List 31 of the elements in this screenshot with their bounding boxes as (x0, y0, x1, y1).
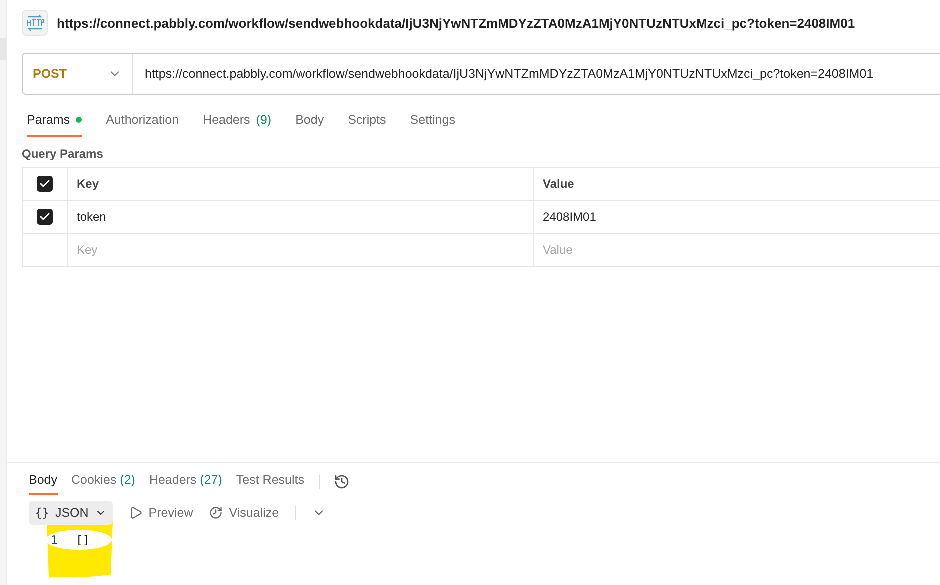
http-icon (22, 10, 48, 36)
check-icon (39, 211, 51, 223)
request-tab[interactable]: Authorization (106, 109, 180, 137)
view-button[interactable]: Visualize (209, 506, 280, 520)
column-header: Key (68, 168, 534, 201)
response-tab[interactable]: Cookies (2) (72, 469, 136, 495)
value-field[interactable]: 2408IM01 (534, 201, 940, 234)
code-text: [] (76, 533, 90, 547)
request-tab[interactable]: Settings (410, 109, 456, 137)
request-title: https://connect.pabbly.com/workflow/sendwebhookdata/IjU3NjYwNTZmMDYzZTA0MzA1MjY0NTUzNTUxMzci_pc?token=2408IM01 (57, 16, 856, 30)
view-button[interactable]: Preview (128, 506, 194, 520)
format-dropdown[interactable]: {} JSON (29, 501, 113, 525)
request-tab[interactable]: Scripts (348, 109, 386, 137)
history-icon[interactable] (334, 474, 350, 490)
dial-icon (209, 506, 224, 520)
line-number: 1 (51, 533, 58, 547)
column-header: Value (534, 168, 940, 201)
play-icon (128, 506, 143, 520)
key-field[interactable]: token (68, 201, 534, 234)
method-dropdown[interactable]: POST (23, 54, 133, 94)
request-tab[interactable]: Params (27, 109, 82, 137)
select-all-checkbox[interactable] (37, 176, 53, 192)
response-tab[interactable]: Body (29, 469, 58, 495)
response-tab[interactable]: Test Results (236, 469, 304, 495)
url-field[interactable]: https://connect.pabbly.com/workflow/sendwebhookdata/IjU3NjYwNTZmMDYzZTA0MzA1MjY0NTUzNTUxMzci_pc?token=2408IM01 (133, 67, 874, 81)
response-tab[interactable]: Headers (27) (149, 469, 222, 495)
row-checkbox[interactable] (37, 209, 53, 225)
check-icon (39, 178, 51, 190)
request-tab[interactable]: Headers (9) (203, 109, 272, 137)
section-title: Query Params (22, 147, 104, 161)
request-tab[interactable]: Body (296, 109, 324, 137)
